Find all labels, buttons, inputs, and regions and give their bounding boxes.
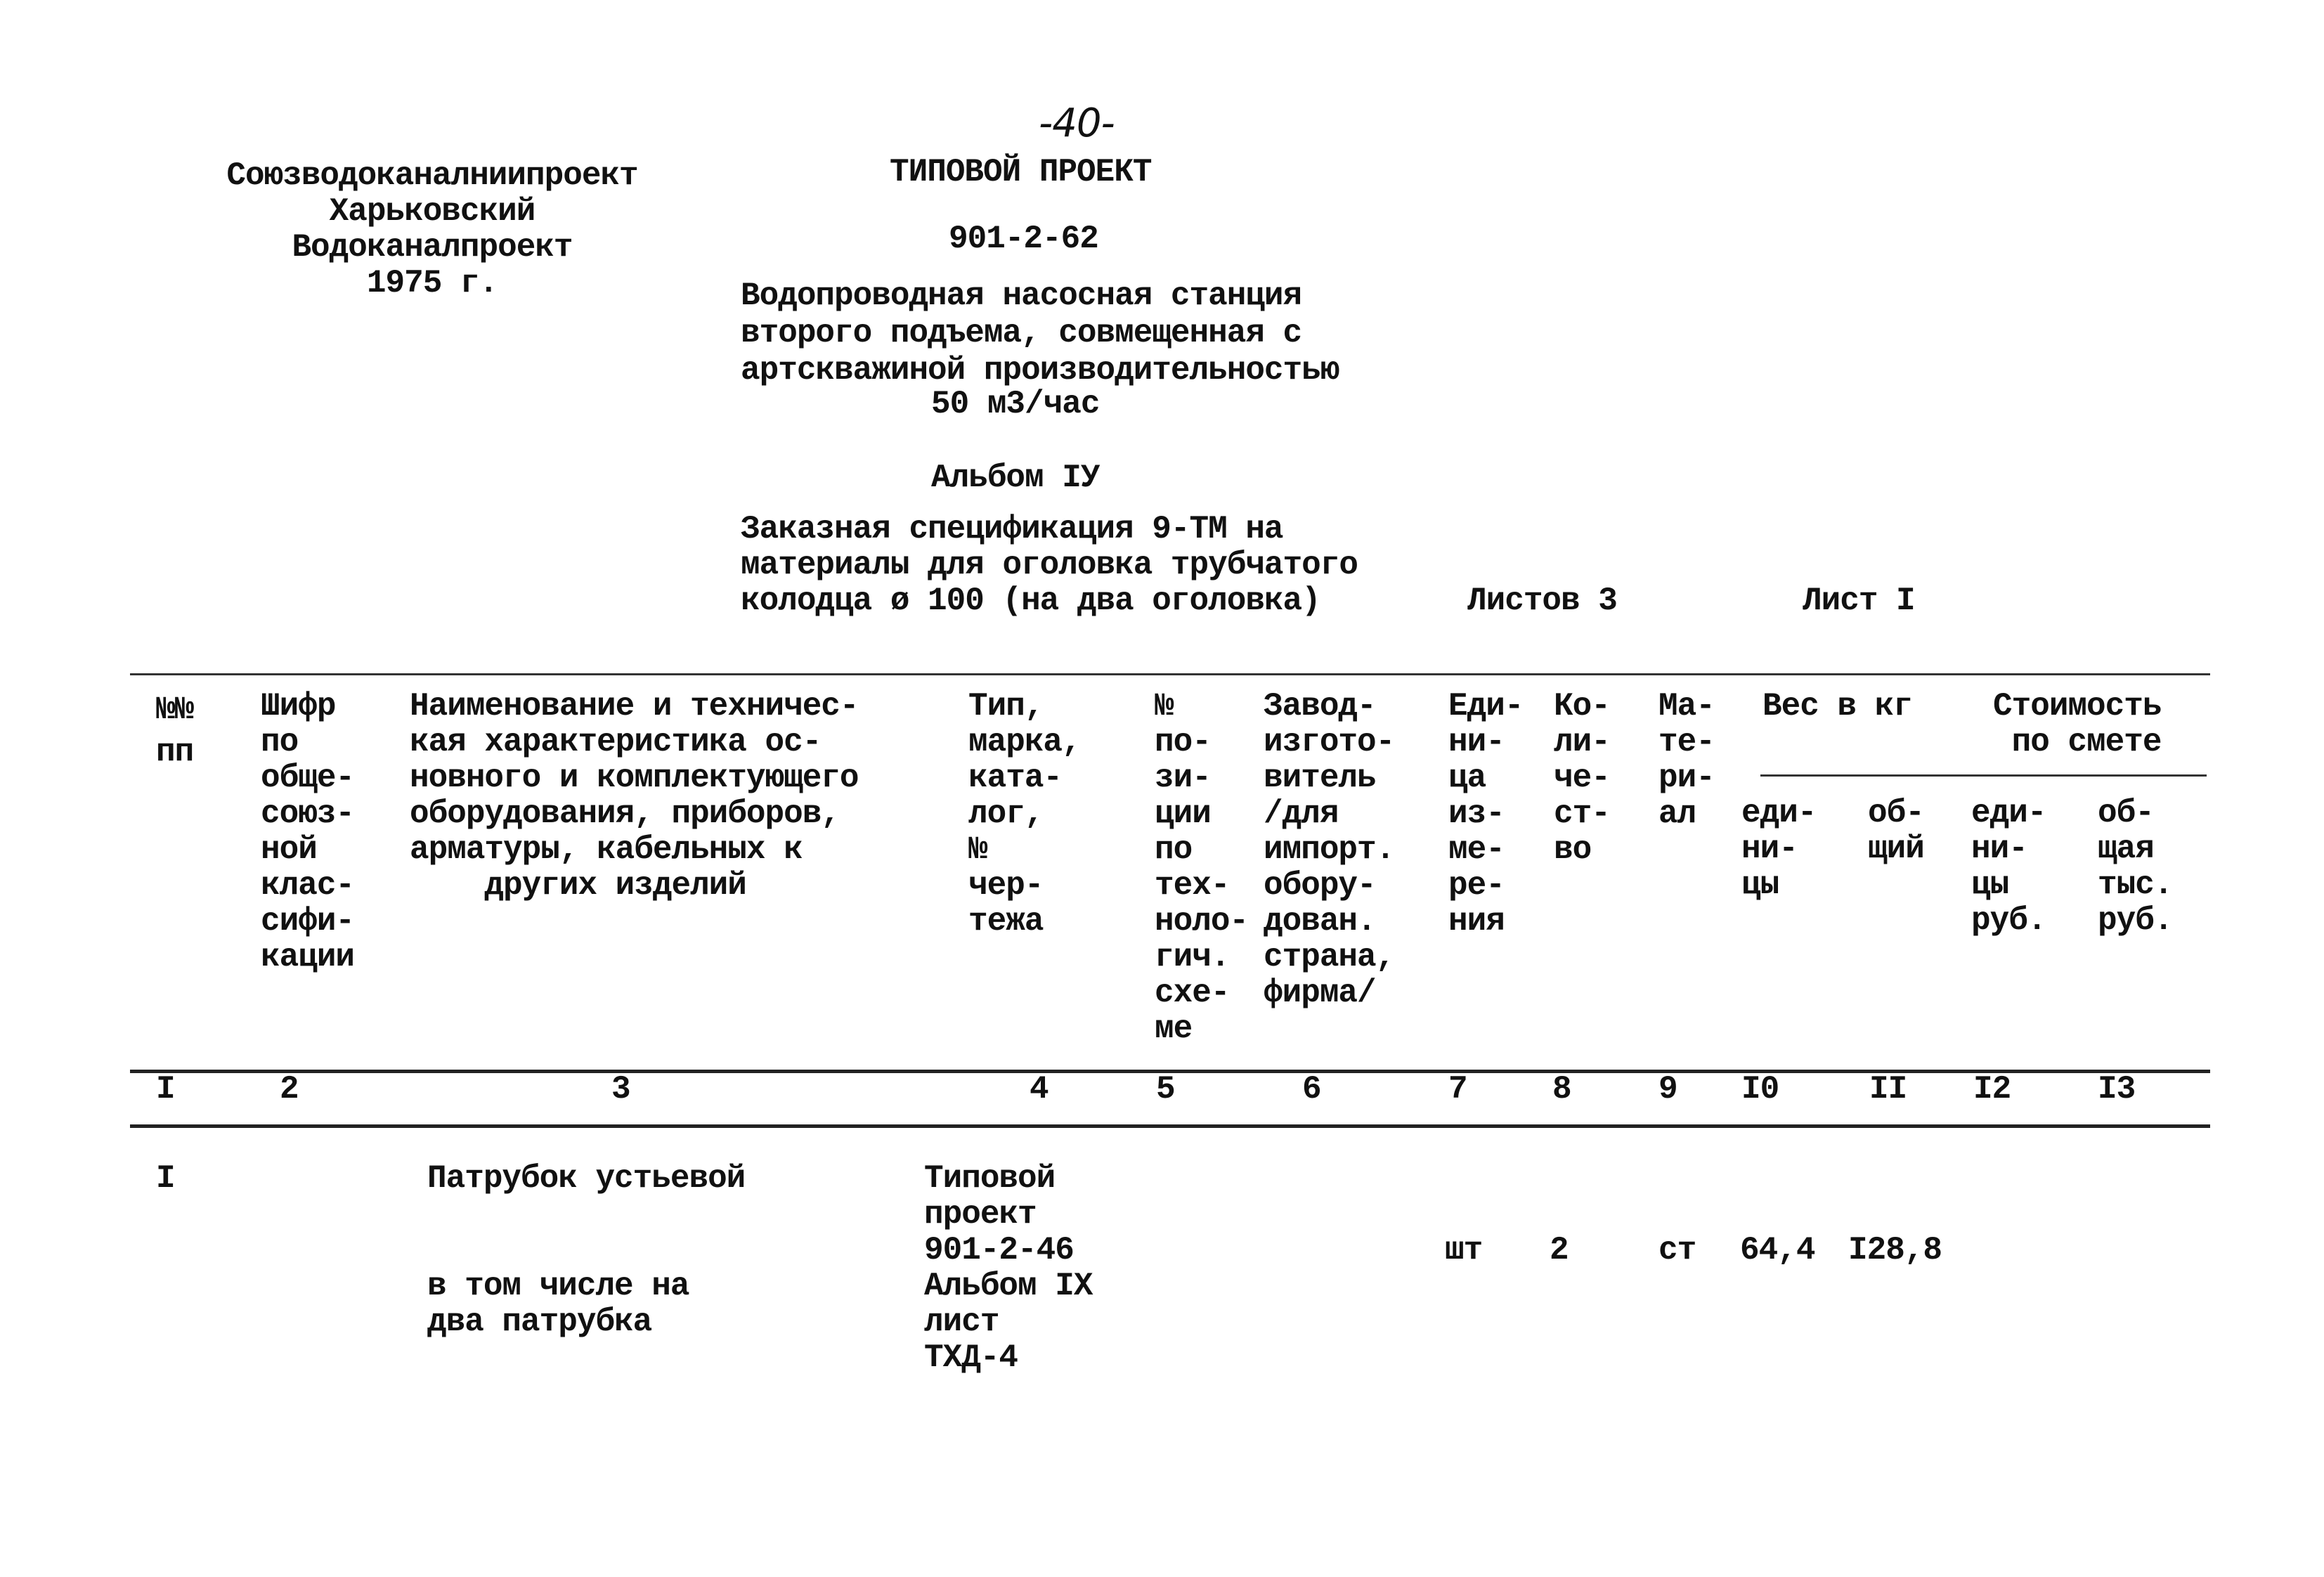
page-number: -40-	[1039, 100, 1115, 146]
item-weight-total: I28,8	[1848, 1232, 1942, 1268]
group-header-rule	[1760, 774, 2207, 777]
header-col-2: Шифр по обще- союз- ной клас- сифи- каци…	[261, 688, 355, 975]
column-number: I0	[1741, 1071, 1779, 1108]
column-number: I	[156, 1071, 176, 1108]
header-group-weight: Вес в кг	[1763, 688, 1913, 725]
item-quantity: 2	[1550, 1232, 1569, 1268]
header-col-8: Ко- ли- че- ст- во	[1554, 688, 1611, 868]
column-numbers-rule	[130, 1124, 2210, 1128]
project-type-label: ТИПОВОЙ ПРОЕКТ	[890, 154, 1152, 190]
column-number: 4	[1030, 1071, 1049, 1108]
album-label: Альбом IУ	[931, 460, 1100, 496]
item-name: Патрубок устьевой	[427, 1160, 746, 1197]
header-col-4: Тип, марка, ката- лог, № чер- тежа	[968, 688, 1082, 940]
column-number: 2	[280, 1071, 299, 1108]
column-number: II	[1869, 1071, 1907, 1108]
column-number: 7	[1448, 1071, 1468, 1108]
project-number: 901-2-62	[949, 221, 1099, 257]
column-number: 3	[611, 1071, 631, 1108]
header-col-13: об- щая тыс. руб.	[2098, 795, 2173, 939]
header-col-11: об- щий	[1868, 795, 1925, 867]
project-capacity: 50 м3/час	[931, 386, 1100, 422]
header-col-12: еди- ни- цы руб.	[1971, 795, 2046, 939]
column-number: 8	[1552, 1071, 1572, 1108]
header-col-3: Наименование и техничес- кая характерист…	[410, 688, 859, 904]
header-col-1: №№ пп	[156, 692, 194, 770]
header-col-10: еди- ни- цы	[1741, 795, 1817, 903]
table-top-rule	[130, 673, 2210, 675]
header-col-9: Ма- те- ри- ал	[1658, 688, 1715, 832]
item-weight-unit: 64,4	[1740, 1232, 1815, 1268]
item-unit: шт	[1445, 1232, 1483, 1268]
column-number: 6	[1302, 1071, 1322, 1108]
item-note: в том числе на два патрубка	[427, 1268, 689, 1340]
item-type: Типовой проект 901-2-46 Альбом IX лист Т…	[924, 1160, 1093, 1376]
column-number: 5	[1156, 1071, 1176, 1108]
sheet-number: Лист I	[1803, 583, 1916, 619]
organization-block: Союзводоканалниипроект Харьковский Водок…	[226, 157, 638, 301]
project-description: Водопроводная насосная станция второго п…	[741, 278, 1339, 389]
column-number: I3	[2098, 1071, 2136, 1108]
header-group-cost: Стоимость по смете	[1993, 688, 2162, 760]
header-col-5: № по- зи- ции по тех- ноло- гич. схе- ме	[1155, 688, 1249, 1047]
sheets-total: Листов 3	[1467, 583, 1618, 619]
header-col-6: Завод- изгото- витель /для импорт. обору…	[1264, 688, 1395, 1011]
column-number: I2	[1973, 1071, 2011, 1108]
item-material: ст	[1658, 1232, 1696, 1268]
row-number: I	[156, 1160, 176, 1197]
specification-title: Заказная спецификация 9-ТМ на материалы …	[741, 511, 1358, 619]
header-col-7: Еди- ни- ца из- ме- ре- ния	[1448, 688, 1524, 940]
column-number: 9	[1658, 1071, 1678, 1108]
